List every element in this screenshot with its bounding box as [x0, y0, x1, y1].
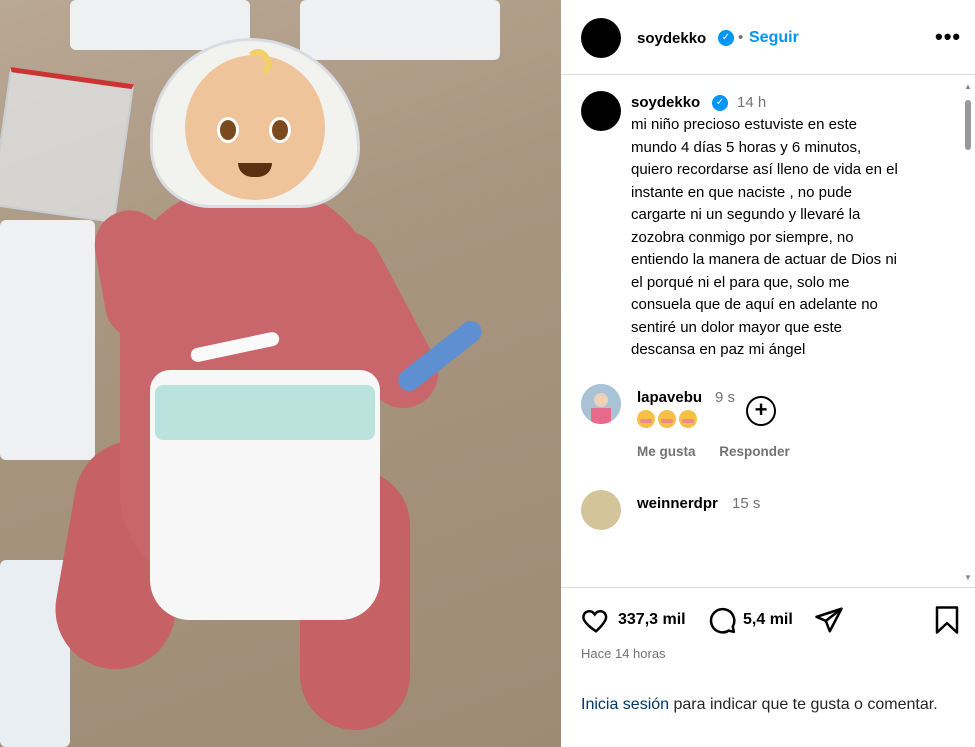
caption-time: 14 h [737, 94, 767, 111]
emoji-eye [217, 117, 239, 143]
like-comment-button[interactable]: Me gusta [637, 444, 696, 459]
divider [561, 587, 975, 588]
plastic-bag [0, 66, 135, 224]
bookmark-icon[interactable] [932, 605, 962, 635]
scrollbar-thumb[interactable] [965, 100, 971, 150]
login-prompt-text: para indicar que te gusta o comentar. [669, 696, 938, 713]
comment-text [637, 410, 700, 433]
comment-username[interactable]: lapavebu [637, 389, 702, 406]
author-avatar[interactable] [581, 18, 621, 58]
login-prompt: Inicia sesión para indicar que te gusta … [581, 694, 941, 716]
scroll-down-arrow-icon[interactable]: ▼ [964, 573, 972, 582]
send-icon[interactable] [814, 605, 844, 635]
post-side-panel: soydekko ✓ • Seguir ••• soydekko ✓ 14 h … [561, 0, 975, 747]
login-link[interactable]: Inicia sesión [581, 696, 669, 713]
baby-emoji-icon [185, 49, 325, 200]
flushed-face-icon [637, 410, 655, 428]
background-cloth [300, 0, 500, 60]
reply-button[interactable]: Responder [719, 444, 790, 459]
emoji-mouth [238, 163, 272, 177]
posted-time: Hace 14 horas [581, 646, 666, 661]
caption-author-avatar[interactable] [581, 91, 621, 131]
flushed-face-icon [679, 410, 697, 428]
diaper-band [155, 385, 375, 440]
verified-badge-icon: ✓ [712, 95, 728, 111]
comments-scroll-area[interactable]: soydekko ✓ 14 h mi niño precioso estuvis… [561, 76, 975, 586]
heart-icon[interactable] [581, 605, 611, 635]
folded-diaper [0, 220, 95, 460]
likes-count[interactable]: 337,3 mil [618, 611, 686, 629]
hair-tuft [245, 49, 271, 79]
scroll-up-arrow-icon[interactable]: ▲ [964, 82, 972, 91]
verified-badge-icon: ✓ [718, 30, 734, 46]
comment-avatar[interactable] [581, 490, 621, 530]
scrollbar[interactable]: ▲ ▼ [963, 82, 973, 582]
post-header: soydekko ✓ • Seguir ••• [561, 0, 975, 75]
comment-actions: Me gusta Responder [637, 444, 810, 459]
plus-circle-icon[interactable]: + [746, 396, 776, 426]
comment-time: 9 s [715, 389, 736, 406]
emoji-eye [269, 117, 291, 143]
caption-text: mi niño precioso estuviste en este mundo… [631, 116, 898, 358]
comment-avatar[interactable] [581, 384, 621, 424]
caption-username[interactable]: soydekko [631, 94, 700, 111]
avatar-photo [581, 384, 621, 424]
comments-count[interactable]: 5,4 mil [743, 611, 793, 629]
comment-time: 15 s [732, 495, 761, 512]
follow-button[interactable]: Seguir [749, 29, 799, 47]
more-options-icon[interactable]: ••• [935, 24, 961, 50]
comment-username[interactable]: weinnerdpr [637, 495, 718, 512]
separator: • [738, 29, 744, 46]
post-image [0, 0, 561, 747]
comment-bubble-icon[interactable] [707, 605, 737, 635]
flushed-face-icon [658, 410, 676, 428]
author-username[interactable]: soydekko [637, 30, 706, 47]
